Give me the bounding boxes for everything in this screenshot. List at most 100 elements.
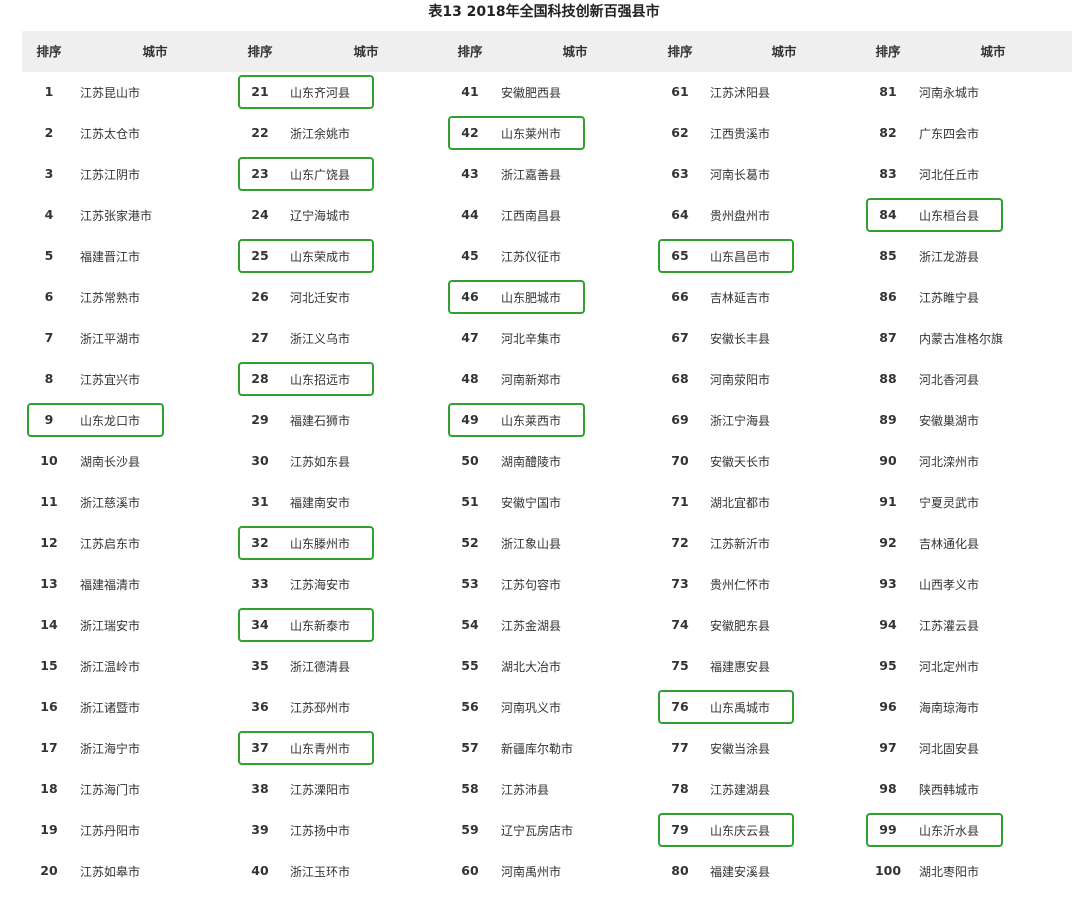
rank-cell: 3 (44, 166, 54, 181)
header-rank: 排序 (667, 44, 693, 59)
city-cell: 河北滦州市 (919, 455, 980, 469)
city-cell: 浙江义乌市 (290, 332, 351, 346)
rank-cell: 20 (40, 863, 58, 878)
city-cell: 江苏扬中市 (290, 824, 351, 838)
city-cell: 浙江温岭市 (80, 660, 141, 674)
rank-cell: 23 (251, 166, 269, 181)
rank-cell: 52 (461, 535, 479, 550)
rank-cell: 82 (879, 125, 897, 140)
header-rank: 排序 (36, 44, 62, 59)
header-rank: 排序 (875, 44, 901, 59)
rank-cell: 53 (461, 576, 479, 591)
header-city: 城市 (353, 44, 379, 59)
rank-cell: 72 (671, 535, 689, 550)
header-rank: 排序 (247, 44, 273, 59)
city-cell: 江苏常熟市 (80, 291, 141, 305)
rank-cell: 67 (671, 330, 689, 345)
city-cell: 江苏江阴市 (80, 168, 141, 182)
city-cell: 江苏如东县 (290, 455, 351, 469)
city-cell: 山东荣成市 (290, 250, 351, 264)
rank-cell: 13 (40, 576, 58, 591)
city-cell: 山东齐河县 (290, 86, 351, 100)
city-cell: 陕西韩城市 (919, 783, 980, 797)
city-cell: 江苏宜兴市 (80, 373, 141, 387)
city-cell: 浙江龙游县 (919, 250, 980, 264)
rank-cell: 91 (879, 494, 897, 509)
rank-cell: 97 (879, 740, 897, 755)
city-cell: 江苏丹阳市 (80, 824, 141, 838)
city-cell: 安徽天长市 (710, 455, 771, 469)
rank-cell: 71 (671, 494, 689, 509)
rank-cell: 32 (251, 535, 269, 550)
rank-cell: 40 (251, 863, 269, 878)
rank-cell: 78 (671, 781, 689, 796)
rank-cell: 90 (879, 453, 897, 468)
city-cell: 山东庆云县 (710, 824, 771, 838)
city-cell: 河南禹州市 (501, 865, 562, 879)
city-cell: 安徽当涂县 (710, 742, 771, 756)
city-cell: 山东莱州市 (501, 127, 562, 141)
header-rank: 排序 (457, 44, 483, 59)
city-cell: 江西南昌县 (501, 209, 562, 223)
city-cell: 河南巩义市 (501, 701, 562, 715)
city-cell: 江苏张家港市 (80, 209, 153, 223)
rank-cell: 24 (251, 207, 269, 222)
city-cell: 江苏海安市 (290, 578, 351, 592)
rank-cell: 88 (879, 371, 897, 386)
city-cell: 福建石狮市 (290, 414, 351, 428)
rank-cell: 73 (671, 576, 689, 591)
city-cell: 吉林延吉市 (710, 291, 771, 305)
header-city: 城市 (771, 44, 797, 59)
rank-cell: 11 (40, 494, 58, 509)
rank-cell: 36 (251, 699, 269, 714)
city-cell: 福建晋江市 (80, 250, 141, 264)
city-cell: 内蒙古准格尔旗 (919, 332, 1004, 346)
table-title: 表13 2018年全国科技创新百强县市 (428, 4, 660, 20)
city-cell: 湖北大冶市 (501, 660, 562, 674)
city-cell: 江苏仪征市 (501, 250, 562, 264)
rank-cell: 98 (879, 781, 897, 796)
city-cell: 贵州盘州市 (710, 209, 771, 223)
rank-cell: 42 (461, 125, 479, 140)
city-cell: 吉林通化县 (919, 537, 980, 551)
city-cell: 浙江玉环市 (290, 865, 351, 879)
city-cell: 湖北宜都市 (710, 496, 771, 510)
rank-cell: 21 (251, 84, 269, 99)
rank-cell: 15 (40, 658, 58, 673)
rank-cell: 43 (461, 166, 479, 181)
city-cell: 山东沂水县 (919, 824, 980, 838)
rank-cell: 94 (879, 617, 897, 632)
city-cell: 安徽肥东县 (710, 619, 771, 633)
city-cell: 河北固安县 (919, 742, 980, 756)
rank-cell: 100 (874, 863, 902, 878)
rank-cell: 93 (879, 576, 897, 591)
city-cell: 江苏昆山市 (80, 86, 141, 100)
rank-cell: 85 (879, 248, 897, 263)
city-cell: 广东四会市 (919, 127, 980, 141)
rank-cell: 47 (461, 330, 479, 345)
city-cell: 河北任丘市 (919, 168, 980, 182)
city-cell: 福建南安市 (290, 496, 351, 510)
rank-cell: 22 (251, 125, 269, 140)
city-cell: 安徽宁国市 (501, 496, 562, 510)
rank-cell: 54 (461, 617, 479, 632)
city-cell: 福建惠安县 (710, 660, 771, 674)
rank-cell: 6 (44, 289, 54, 304)
city-cell: 河南新郑市 (501, 373, 562, 387)
rank-cell: 8 (44, 371, 54, 386)
rank-cell: 74 (671, 617, 689, 632)
city-cell: 江苏邳州市 (290, 701, 351, 715)
city-cell: 浙江德清县 (290, 660, 351, 674)
city-cell: 辽宁瓦房店市 (501, 824, 574, 838)
city-cell: 湖北枣阳市 (919, 865, 980, 879)
rank-cell: 48 (461, 371, 479, 386)
rank-cell: 68 (671, 371, 689, 386)
city-cell: 安徽巢湖市 (919, 414, 980, 428)
city-cell: 山西孝义市 (919, 578, 980, 592)
city-cell: 浙江诸暨市 (80, 701, 141, 715)
city-cell: 浙江余姚市 (290, 127, 351, 141)
rank-cell: 46 (461, 289, 479, 304)
city-cell: 浙江象山县 (501, 537, 562, 551)
rank-cell: 63 (671, 166, 689, 181)
city-cell: 海南琼海市 (919, 701, 980, 715)
